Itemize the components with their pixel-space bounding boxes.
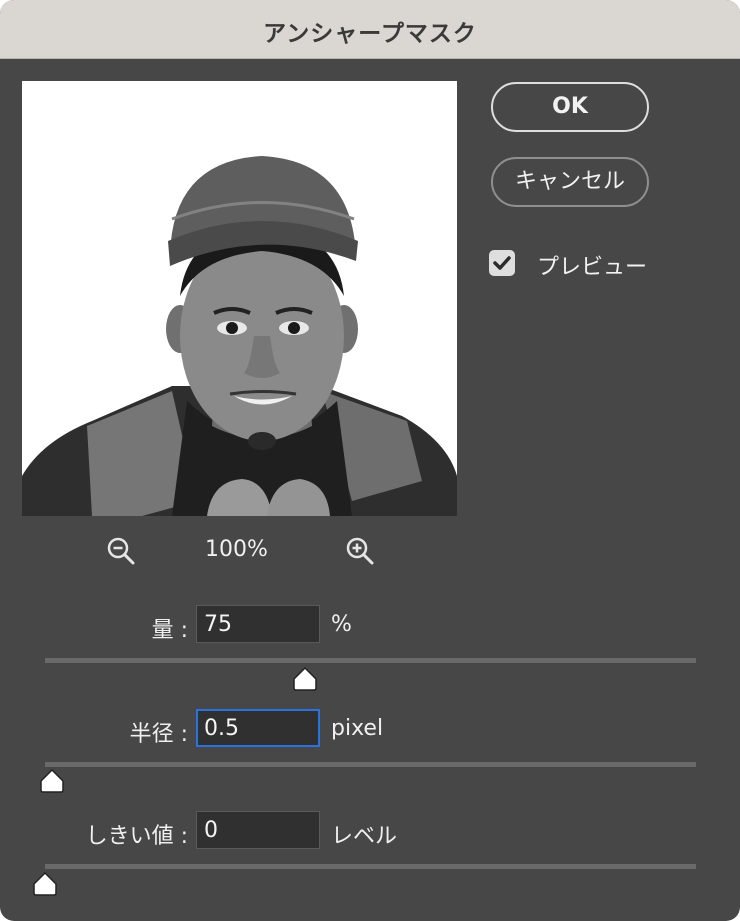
threshold-slider-track[interactable] — [45, 864, 696, 869]
threshold-field[interactable] — [196, 811, 320, 849]
zoom-out-icon[interactable] — [105, 535, 137, 567]
preview-checkbox[interactable] — [489, 250, 515, 276]
portrait-photo — [22, 81, 457, 516]
cancel-button[interactable]: キャンセル — [491, 157, 649, 207]
ok-button[interactable]: OK — [491, 82, 649, 132]
radius-unit: pixel — [331, 716, 384, 741]
amount-field[interactable] — [196, 605, 320, 643]
preview-image[interactable] — [22, 81, 457, 516]
checkmark-icon — [493, 256, 511, 270]
dialog-title: アンシャープマスク — [263, 21, 477, 47]
title-bar[interactable]: アンシャープマスク — [0, 0, 740, 59]
threshold-label: しきい値 : — [85, 824, 188, 849]
preview-label[interactable]: プレビュー — [537, 249, 647, 281]
zoom-in-icon[interactable] — [344, 535, 376, 567]
threshold-slider-thumb[interactable] — [32, 871, 58, 896]
amount-unit: % — [331, 612, 352, 637]
zoom-level: 100% — [205, 537, 268, 562]
radius-field[interactable] — [196, 709, 320, 747]
amount-slider-thumb[interactable] — [292, 666, 318, 691]
amount-label: 量 : — [151, 618, 188, 643]
unsharp-mask-dialog: アンシャープマスク OK キャンセル プレビュー 100% 量: 75 % 半… — [0, 0, 740, 921]
radius-slider-track[interactable] — [45, 762, 696, 767]
threshold-unit: レベル — [331, 824, 398, 849]
amount-slider-track[interactable] — [45, 658, 696, 663]
radius-slider-thumb[interactable] — [39, 768, 65, 793]
radius-label: 半径 : — [129, 722, 188, 747]
